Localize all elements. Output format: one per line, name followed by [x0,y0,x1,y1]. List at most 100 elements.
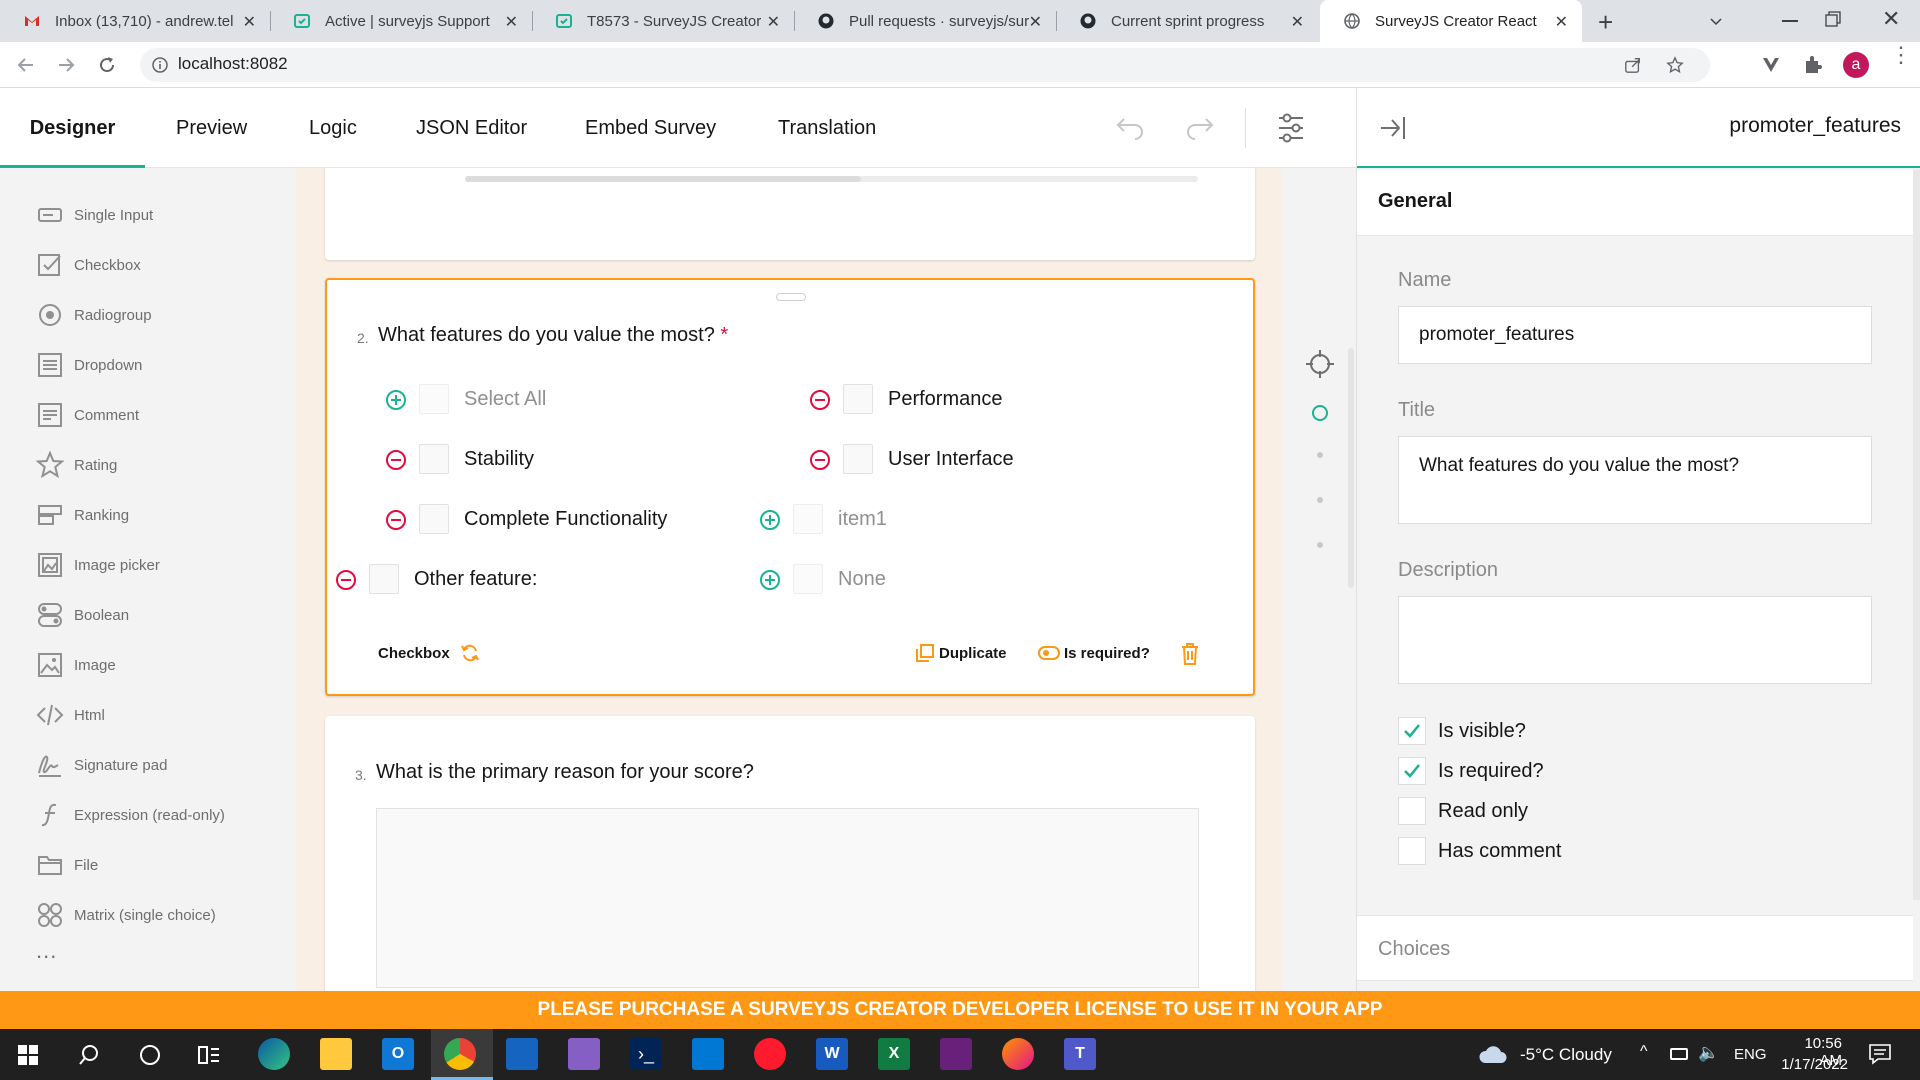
close-tab-icon[interactable]: ✕ [1555,12,1568,32]
choice-checkbox[interactable] [419,384,449,414]
search-icon[interactable] [78,1044,100,1066]
clock-date[interactable]: 1/17/2022 [1778,1056,1848,1073]
tab-search-icon[interactable] [1708,13,1724,29]
undo-icon[interactable] [1115,116,1145,140]
toolbox-item-image[interactable]: Image [36,650,116,680]
teams-icon[interactable]: T [1064,1038,1096,1070]
outlook-icon[interactable]: O [382,1038,414,1070]
choice-user-interface[interactable]: User Interface [843,444,1014,474]
choice-checkbox[interactable] [369,564,399,594]
toolbox-item-expression[interactable]: Expression (read-only) [36,800,225,830]
comment-textarea[interactable] [376,808,1199,988]
toolbox-item-signature-pad[interactable]: Signature pad [36,750,167,780]
question-type-selector[interactable]: Checkbox [378,643,480,663]
add-choice-icon[interactable] [385,389,407,411]
title-textarea[interactable]: What features do you value the most? [1398,436,1872,524]
terminal-icon[interactable] [506,1038,538,1070]
browser-tab-sprint[interactable]: Current sprint progress ✕ [1056,0,1318,42]
restore-window-button[interactable] [1825,11,1841,27]
tab-logic[interactable]: Logic [309,88,357,168]
close-tab-icon[interactable]: ✕ [1029,12,1042,32]
share-icon[interactable] [1624,56,1642,74]
checkbox-box[interactable] [1398,797,1426,825]
tab-json-editor[interactable]: JSON Editor [416,88,527,168]
toolbox-item-single-input[interactable]: Single Input [36,200,153,230]
tab-embed-survey[interactable]: Embed Survey [585,88,716,168]
firefox-icon[interactable] [1002,1038,1034,1070]
toolbox-item-rating[interactable]: Rating [36,450,117,480]
remove-choice-icon[interactable] [335,569,357,591]
canvas-scrollbar[interactable] [1348,348,1354,588]
browser-menu-icon[interactable]: ⋮ [1890,44,1912,66]
browser-tab-pull-requests[interactable]: Pull requests · surveyjs/surv ✕ [794,0,1056,42]
show-hidden-icons-chevron-icon[interactable]: ^ [1640,1043,1648,1061]
browser-tab-gmail[interactable]: Inbox (13,710) - andrew.tel ✕ [0,0,270,42]
drag-handle[interactable] [776,293,806,301]
powershell-icon[interactable]: ›_ [630,1038,662,1070]
toolbox-item-radiogroup[interactable]: Radiogroup [36,300,152,330]
is-required-toggle[interactable]: Is required? [1038,643,1150,663]
choice-performance[interactable]: Performance [843,384,1003,414]
address-bar[interactable]: localhost:8082 [140,48,1710,82]
toolbox-more-button[interactable]: ... [36,938,57,964]
page-navigator-dot[interactable] [1317,452,1323,458]
choice-none[interactable]: None [793,564,886,594]
remove-choice-icon[interactable] [385,509,407,531]
battery-icon[interactable] [1670,1048,1688,1060]
choice-other[interactable]: Other feature: [369,564,537,594]
forward-arrow-icon[interactable] [56,55,76,75]
toolbox-item-comment[interactable]: Comment [36,400,139,430]
excel-icon[interactable]: X [878,1038,910,1070]
read-only-checkbox[interactable]: Read only [1398,797,1528,825]
section-choices-header[interactable]: Choices [1357,915,1913,981]
question-title[interactable]: What is the primary reason for your scor… [376,761,754,784]
minimize-window-button[interactable] [1782,20,1798,22]
checkbox-box[interactable] [1398,717,1426,745]
toolbox-item-matrix[interactable]: Matrix (single choice) [36,900,216,930]
site-info-icon[interactable] [152,57,168,73]
file-explorer-icon[interactable] [320,1038,352,1070]
toolbox-item-image-picker[interactable]: Image picker [36,550,160,580]
chrome-icon[interactable] [444,1038,476,1070]
remove-choice-icon[interactable] [809,389,831,411]
notifications-icon[interactable] [1868,1043,1892,1065]
profile-avatar[interactable]: a [1843,52,1869,78]
settings-sliders-icon[interactable] [1276,112,1306,144]
volume-icon[interactable]: 🔈 [1698,1043,1719,1063]
add-choice-icon[interactable] [759,569,781,591]
edge-icon[interactable] [258,1038,290,1070]
description-textarea[interactable] [1398,596,1872,684]
remove-choice-icon[interactable] [385,449,407,471]
browser-tab-ticket[interactable]: T8573 - SurveyJS Creator Re ✕ [532,0,794,42]
convert-type-icon[interactable] [460,643,480,663]
duplicate-button[interactable]: Duplicate [915,643,1007,663]
question-card-previous[interactable] [325,168,1255,260]
choice-stability[interactable]: Stability [419,444,534,474]
add-choice-icon[interactable] [759,509,781,531]
toolbox-item-file[interactable]: File [36,850,98,880]
weather-text[interactable]: -5°C Cloudy [1520,1045,1612,1065]
question-card[interactable]: 3. What is the primary reason for your s… [325,716,1255,991]
has-comment-checkbox[interactable]: Has comment [1398,837,1561,865]
language-indicator[interactable]: ENG [1734,1046,1767,1063]
name-input[interactable]: promoter_features [1398,306,1872,364]
word-icon[interactable]: W [816,1038,848,1070]
page-navigator-target-icon[interactable] [1305,349,1335,379]
page-navigator-current[interactable] [1312,405,1328,421]
toolbox-item-boolean[interactable]: Boolean [36,600,129,630]
toolbox-item-ranking[interactable]: Ranking [36,500,129,530]
task-view-icon[interactable] [198,1044,220,1066]
is-visible-checkbox[interactable]: Is visible? [1398,717,1526,745]
remove-choice-icon[interactable] [809,449,831,471]
tab-preview[interactable]: Preview [176,88,247,168]
bookmark-star-icon[interactable] [1666,56,1684,74]
visual-studio-2-icon[interactable] [940,1038,972,1070]
close-window-button[interactable]: ✕ [1882,6,1900,32]
tab-translation[interactable]: Translation [778,88,876,168]
toolbox-item-html[interactable]: Html [36,700,105,730]
redo-icon[interactable] [1185,116,1215,140]
tab-designer[interactable]: Designer [0,88,145,168]
property-grid-scrollbar[interactable] [1913,170,1920,900]
question-title[interactable]: What features do you value the most? * [378,324,728,347]
toolbox-item-checkbox[interactable]: Checkbox [36,250,141,280]
